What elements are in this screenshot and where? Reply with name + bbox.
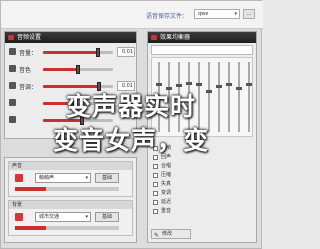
- effect-checkbox[interactable]: [153, 209, 158, 214]
- effect-label: 延迟: [161, 199, 172, 205]
- effect-checkbox[interactable]: [153, 200, 158, 205]
- section-title: 背景: [9, 201, 132, 209]
- volume-fill: [15, 226, 47, 230]
- slider-label: 音量：: [19, 50, 38, 57]
- chevron-down-icon: ▾: [85, 175, 88, 181]
- sound-source-panel: 声音 萌萌声 ▾ 基础 背景 城市交通 ▾ 基础: [4, 157, 137, 243]
- sound-select[interactable]: 萌萌声 ▾: [35, 173, 91, 183]
- slider-track[interactable]: [43, 48, 113, 57]
- eq-band-handle[interactable]: [216, 85, 222, 89]
- volume-slider[interactable]: [15, 187, 119, 191]
- effect-label: 重音: [161, 208, 172, 214]
- effect-item[interactable]: 延迟: [153, 198, 251, 206]
- save-folder-select[interactable]: qwe ▾: [194, 9, 240, 19]
- effect-checkbox[interactable]: [153, 191, 158, 196]
- play-icon[interactable]: [15, 213, 23, 221]
- pencil-icon: ✎: [154, 232, 160, 239]
- slider-handle[interactable]: [76, 65, 80, 74]
- eq-band-handle[interactable]: [246, 83, 252, 86]
- save-folder-value: qwe: [198, 11, 209, 17]
- slider-icon: [9, 65, 16, 72]
- eq-preset-select[interactable]: [151, 45, 253, 55]
- save-folder-label: 语音保存文件：: [146, 13, 189, 20]
- section-title: 声音: [9, 162, 132, 170]
- slider-handle[interactable]: [95, 48, 100, 57]
- panel-title: 音频设置: [17, 34, 42, 41]
- slider-track[interactable]: [43, 65, 113, 74]
- edit-button[interactable]: ✎ 修改: [151, 229, 191, 239]
- panel-header: 音频设置: [5, 32, 136, 43]
- eq-band-handle[interactable]: [226, 83, 232, 86]
- effect-label: 失真: [161, 181, 172, 187]
- overlay-line-2: 变音女声，变: [52, 126, 209, 155]
- eq-band-handle[interactable]: [196, 83, 202, 86]
- effect-checkbox[interactable]: [153, 173, 158, 178]
- browse-button[interactable]: ...: [243, 9, 255, 19]
- play-icon[interactable]: [15, 174, 23, 182]
- slider-icon: [9, 48, 16, 55]
- sound-select-value: 萌萌声: [39, 175, 55, 181]
- volume-slider[interactable]: [15, 226, 119, 230]
- eq-band-handle[interactable]: [186, 81, 192, 85]
- edit-button-label: 修改: [162, 231, 173, 237]
- slider-track[interactable]: [43, 82, 113, 91]
- eq-band-handle[interactable]: [176, 84, 182, 88]
- slider-value[interactable]: 0.01: [117, 47, 135, 57]
- panel-title: 效果均衡器: [160, 34, 191, 41]
- effect-item[interactable]: 合唱: [153, 162, 251, 170]
- chevron-down-icon: ▾: [85, 214, 88, 220]
- slider-label: 音色: [19, 67, 32, 74]
- effect-checkbox[interactable]: [153, 164, 158, 169]
- effect-item[interactable]: 变调: [153, 189, 251, 197]
- slider-row: 音色: [9, 63, 132, 77]
- effect-label: 合唱: [161, 163, 172, 169]
- volume-fill: [15, 187, 47, 191]
- sound-select-value: 城市交通: [39, 214, 60, 220]
- effect-label: 变调: [161, 190, 172, 196]
- basic-button[interactable]: 基础: [95, 212, 119, 222]
- panel-header: 效果均衡器: [148, 32, 256, 43]
- effect-item[interactable]: 压缩: [153, 171, 251, 179]
- effect-label: 压缩: [161, 172, 172, 178]
- chevron-down-icon: ▾: [234, 11, 237, 17]
- basic-button[interactable]: 基础: [95, 173, 119, 183]
- effect-checkbox[interactable]: [153, 182, 158, 187]
- eq-band-handle[interactable]: [156, 83, 162, 86]
- effect-item[interactable]: 重音: [153, 207, 251, 215]
- sound-section: 背景城市交通 ▾ 基础: [8, 200, 133, 236]
- overlay-line-1: 变声器实时: [65, 92, 196, 121]
- slider-row: 音量： 0.01: [9, 46, 135, 60]
- sound-section: 声音萌萌声 ▾ 基础: [8, 161, 133, 197]
- sound-select[interactable]: 城市交通 ▾: [35, 212, 91, 222]
- panel-icon: [151, 35, 157, 40]
- overlay-title: 变声器实时 变音女声，变: [0, 90, 262, 158]
- panel-icon: [8, 35, 14, 40]
- slider-icon: [9, 82, 16, 89]
- top-toolbar: 语音保存文件： qwe ▾ ...: [1, 1, 263, 29]
- effect-item[interactable]: 失真: [153, 180, 251, 188]
